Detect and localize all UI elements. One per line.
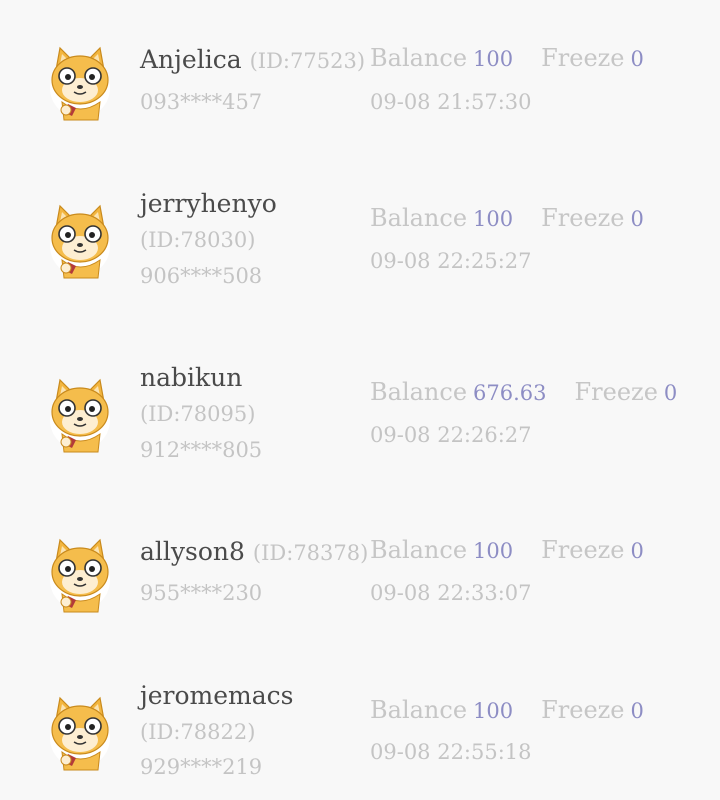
freeze-value: 0 [630, 699, 644, 723]
balance-value: 100 [473, 539, 514, 563]
freeze-value: 0 [630, 47, 644, 71]
balance-line: Balance 676.63 Freeze 0 [370, 378, 677, 406]
balance-label: Balance [370, 204, 468, 232]
timestamp: 09-08 22:55:18 [370, 740, 532, 764]
cat-avatar-icon [50, 538, 110, 613]
balance-value: 100 [473, 207, 514, 231]
username: jeromemacs [140, 681, 294, 710]
balance-value: 100 [473, 47, 514, 71]
timestamp: 09-08 22:26:27 [370, 423, 532, 447]
list-item[interactable]: allyson8 (ID:78378) 955****230 Balance 100… [0, 522, 720, 642]
balance-label: Balance [370, 378, 468, 406]
timestamp: 09-08 22:33:07 [370, 581, 532, 605]
phone-number: 955****230 [140, 581, 263, 605]
user-id: (ID:78378) [252, 541, 369, 565]
cat-avatar-icon [50, 204, 110, 279]
username: Anjelica [140, 45, 242, 74]
user-id: (ID:78095) [140, 402, 256, 426]
cat-avatar-icon [50, 46, 110, 121]
list-item[interactable]: Anjelica (ID:77523) 093****457 Balance 100… [0, 30, 720, 150]
phone-number: 929****219 [140, 755, 263, 779]
username: nabikun [140, 363, 243, 392]
balance-label: Balance [370, 696, 468, 724]
freeze-label: Freeze [541, 696, 625, 724]
phone-number: 906****508 [140, 264, 263, 288]
timestamp: 09-08 22:25:27 [370, 249, 532, 273]
username: allyson8 [140, 537, 245, 566]
balance-line: Balance 100 Freeze 0 [370, 44, 644, 72]
phone-number: 093****457 [140, 90, 263, 114]
balance-label: Balance [370, 536, 468, 564]
user-id: (ID:78822) [140, 720, 256, 744]
list-item[interactable]: nabikun (ID:78095) 912****805 Balance 676… [0, 362, 720, 482]
timestamp: 09-08 21:57:30 [370, 90, 532, 114]
balance-line: Balance 100 Freeze 0 [370, 204, 644, 232]
freeze-value: 0 [630, 539, 644, 563]
user-id: (ID:77523) [249, 49, 366, 73]
balance-line: Balance 100 Freeze 0 [370, 696, 644, 724]
cat-avatar-icon [50, 378, 110, 453]
phone-number: 912****805 [140, 438, 263, 462]
user-id: (ID:78030) [140, 228, 256, 252]
freeze-value: 0 [630, 207, 644, 231]
balance-value: 676.63 [473, 381, 547, 405]
freeze-label: Freeze [541, 536, 625, 564]
freeze-value: 0 [663, 381, 678, 405]
list-item[interactable]: jerryhenyo (ID:78030) 906****508 Balance… [0, 188, 720, 308]
list-item[interactable]: jeromemacs (ID:78822) 929****219 Balance… [0, 680, 720, 800]
freeze-label: Freeze [541, 44, 625, 72]
balance-line: Balance 100 Freeze 0 [370, 536, 644, 564]
balance-label: Balance [370, 44, 468, 72]
username: jerryhenyo [140, 189, 277, 218]
freeze-label: Freeze [541, 204, 625, 232]
cat-avatar-icon [50, 696, 110, 771]
freeze-label: Freeze [574, 378, 658, 406]
balance-value: 100 [473, 699, 514, 723]
